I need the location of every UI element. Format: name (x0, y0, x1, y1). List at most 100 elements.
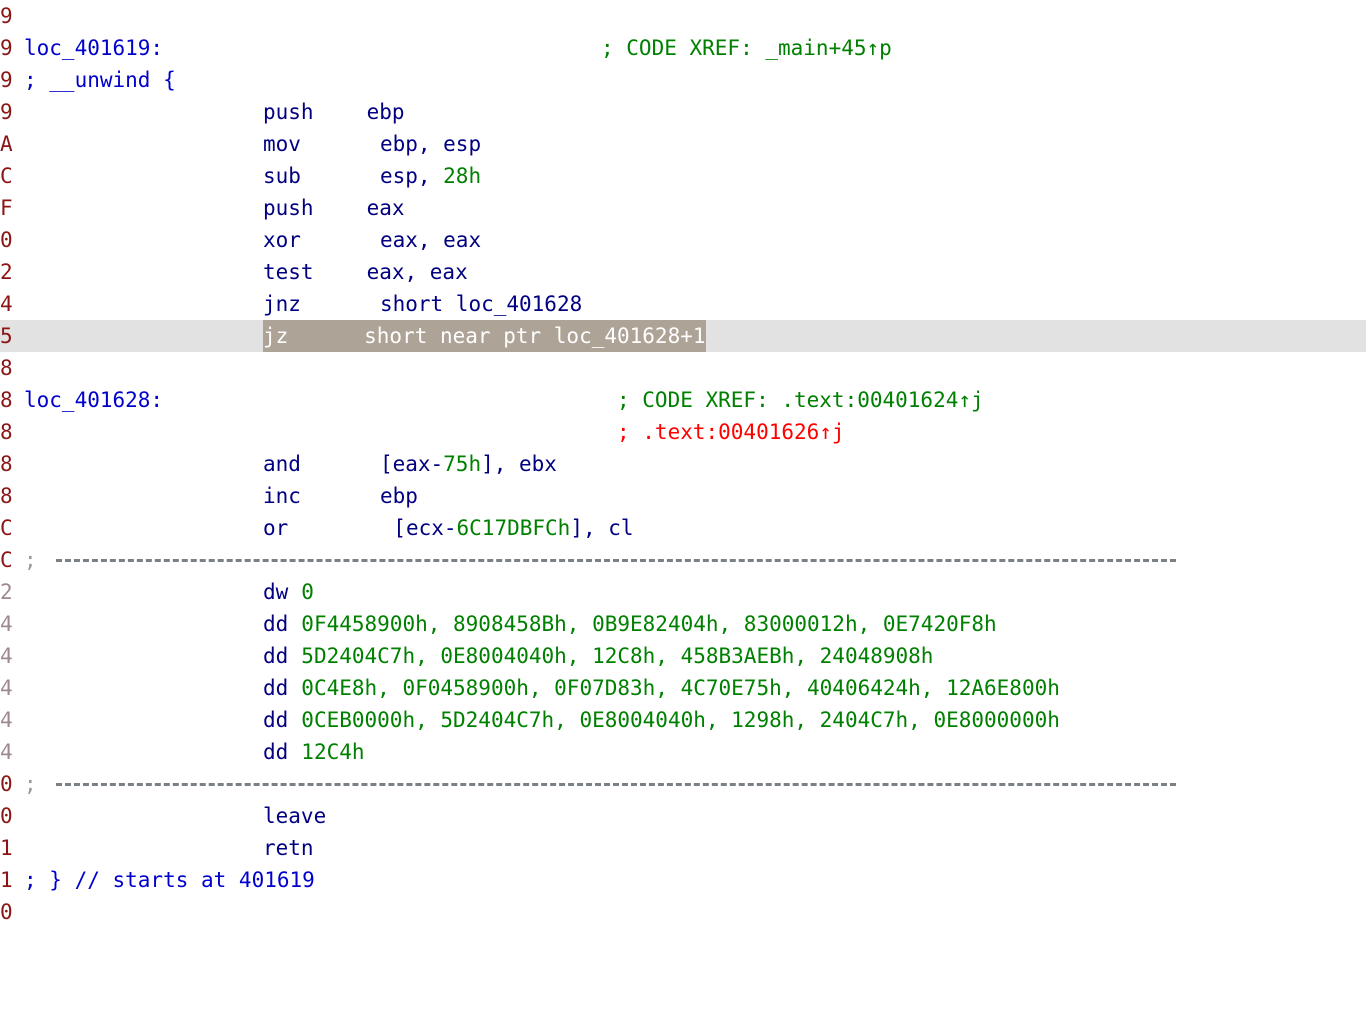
line-content: and [eax-75h], ebx (24, 448, 1366, 480)
instruction-mnemonic[interactable]: push (263, 196, 314, 220)
instruction-operands[interactable]: ebp (367, 100, 405, 124)
line-content: jnz short loc_401628 (24, 288, 1366, 320)
instruction-mnemonic[interactable]: and (263, 452, 301, 476)
data-directive[interactable]: dd (263, 740, 288, 764)
instruction-operand-immediate[interactable]: 75h (443, 452, 481, 476)
address-gutter: 8 (0, 420, 13, 444)
disasm-line-comment-unwind[interactable]: 9 ; __unwind { (0, 64, 1366, 96)
data-values[interactable]: 5D2404C7h, 0E8004040h, 12C8h, 458B3AEBh,… (301, 644, 933, 668)
line-content: test eax, eax (24, 256, 1366, 288)
instruction-operands[interactable]: short loc_401628 (380, 292, 582, 316)
disasm-line-label-loc_401628[interactable]: 8 loc_401628: ; CODE XREF: .text:0040162… (0, 384, 1366, 416)
selected-instruction[interactable]: jz short near ptr loc_401628+1 (263, 320, 706, 352)
disasm-line-current-jz[interactable]: 5 jz short near ptr loc_401628+1 (0, 320, 1366, 352)
instruction-operands[interactable]: ebp, esp (380, 132, 481, 156)
disasm-line-insn-leave[interactable]: 0 leave (0, 800, 1366, 832)
disasm-line-insn-inc[interactable]: 8 inc ebp (0, 480, 1366, 512)
address-gutter: 5 (0, 324, 13, 348)
address-gutter: 0 (0, 772, 13, 796)
instruction-operands[interactable]: eax (367, 196, 405, 220)
data-values[interactable]: 12C4h (301, 740, 364, 764)
disasm-line-data-dd-1[interactable]: 4 dd 0F4458900h, 8908458Bh, 0B9E82404h, 8… (0, 608, 1366, 640)
instruction-mnemonic[interactable]: inc (263, 484, 301, 508)
disasm-line-insn-and[interactable]: 8 and [eax-75h], ebx (0, 448, 1366, 480)
instruction-operand-immediate[interactable]: 6C17DBFCh (457, 516, 571, 540)
disasm-line[interactable]: 9 (0, 0, 1366, 32)
disasm-line-insn-push[interactable]: 9 push ebp (0, 96, 1366, 128)
code-label[interactable]: loc_401619: (24, 36, 163, 60)
instruction-operands[interactable]: eax, eax (367, 260, 468, 284)
disasm-line-comment-endfunc[interactable]: 1 ; } // starts at 401619 (0, 864, 1366, 896)
code-label[interactable]: loc_401628: (24, 388, 163, 412)
address-gutter: 9 (0, 36, 13, 60)
line-content: push eax (24, 192, 1366, 224)
disasm-line-xref-secondary[interactable]: 8 ; .text:00401626↑j (0, 416, 1366, 448)
data-directive[interactable]: dd (263, 676, 288, 700)
line-content: or [ecx-6C17DBFCh], cl (24, 512, 1366, 544)
separator-rule (56, 783, 1176, 786)
line-content: dd 0CEB0000h, 5D2404C7h, 0E8004040h, 1298… (24, 704, 1366, 736)
instruction-operands[interactable]: ebp (380, 484, 418, 508)
address-gutter: 2 (0, 260, 13, 284)
separator-rule (56, 559, 1176, 562)
disasm-line-insn-xor[interactable]: 0 xor eax, eax (0, 224, 1366, 256)
disasm-line-data-dd-4[interactable]: 4 dd 0CEB0000h, 5D2404C7h, 0E8004040h, 12… (0, 704, 1366, 736)
instruction-operand-prefix[interactable]: esp, (380, 164, 443, 188)
disassembly-view[interactable]: 9 9 loc_401619: ; CODE XREF: _main+45↑p … (0, 0, 1366, 924)
address-gutter: 9 (0, 100, 13, 124)
instruction-operand-suffix[interactable]: ], ebx (481, 452, 557, 476)
data-values[interactable]: 0CEB0000h, 5D2404C7h, 0E8004040h, 1298h,… (301, 708, 1060, 732)
disasm-line-insn-jnz[interactable]: 4 jnz short loc_401628 (0, 288, 1366, 320)
data-directive[interactable]: dw (263, 580, 288, 604)
instruction-operand-prefix[interactable]: [ecx- (393, 516, 456, 540)
disasm-line-insn-or[interactable]: C or [ecx-6C17DBFCh], cl (0, 512, 1366, 544)
address-gutter: 4 (0, 676, 13, 700)
disasm-line-insn-push2[interactable]: F push eax (0, 192, 1366, 224)
instruction-mnemonic[interactable]: push (263, 100, 314, 124)
disasm-line-insn-sub[interactable]: C sub esp, 28h (0, 160, 1366, 192)
disasm-line-data-dw[interactable]: 2 dw 0 (0, 576, 1366, 608)
line-content: inc ebp (24, 480, 1366, 512)
data-directive[interactable]: dd (263, 708, 288, 732)
instruction-operand-suffix[interactable]: ], cl (570, 516, 633, 540)
instruction-mnemonic[interactable]: test (263, 260, 314, 284)
instruction-mnemonic[interactable]: mov (263, 132, 301, 156)
line-content: dd 0C4E8h, 0F0458900h, 0F07D83h, 4C70E75h… (24, 672, 1366, 704)
xref-comment-alt[interactable]: ; .text:00401626↑j (617, 416, 845, 448)
data-directive[interactable]: dd (263, 612, 288, 636)
instruction-operand-prefix[interactable]: [eax- (380, 452, 443, 476)
disasm-line-data-dd-5[interactable]: 4 dd 12C4h (0, 736, 1366, 768)
instruction-mnemonic[interactable]: leave (263, 804, 326, 828)
disasm-line-insn-retn[interactable]: 1 retn (0, 832, 1366, 864)
instruction-operands[interactable]: eax, eax (380, 228, 481, 252)
instruction-mnemonic[interactable]: or (263, 516, 288, 540)
address-gutter: 1 (0, 868, 13, 892)
disasm-line-label-loc_401619[interactable]: 9 loc_401619: ; CODE XREF: _main+45↑p (0, 32, 1366, 64)
data-directive[interactable]: dd (263, 644, 288, 668)
line-content: dw 0 (24, 576, 1366, 608)
address-gutter: C (0, 164, 13, 188)
instruction-operand-immediate[interactable]: 28h (443, 164, 481, 188)
address-gutter: F (0, 196, 13, 220)
disasm-line[interactable]: 8 (0, 352, 1366, 384)
address-gutter: 4 (0, 612, 13, 636)
disasm-line-separator[interactable]: C ; (0, 544, 1366, 576)
disasm-line-insn-mov[interactable]: A mov ebp, esp (0, 128, 1366, 160)
disasm-line-data-dd-3[interactable]: 4 dd 0C4E8h, 0F0458900h, 0F07D83h, 4C70E7… (0, 672, 1366, 704)
data-values[interactable]: 0 (301, 580, 314, 604)
disasm-line-data-dd-2[interactable]: 4 dd 5D2404C7h, 0E8004040h, 12C8h, 458B3A… (0, 640, 1366, 672)
line-comment[interactable]: ; } // starts at 401619 (24, 864, 1366, 896)
disasm-line-insn-test[interactable]: 2 test eax, eax (0, 256, 1366, 288)
instruction-mnemonic[interactable]: sub (263, 164, 301, 188)
line-content: dd 12C4h (24, 736, 1366, 768)
line-comment[interactable]: ; __unwind { (24, 64, 1366, 96)
instruction-mnemonic[interactable]: jnz (263, 292, 301, 316)
data-values[interactable]: 0F4458900h, 8908458Bh, 0B9E82404h, 83000… (301, 612, 996, 636)
disasm-line[interactable]: 0 (0, 896, 1366, 928)
instruction-mnemonic[interactable]: xor (263, 228, 301, 252)
xref-comment[interactable]: ; CODE XREF: _main+45↑p (601, 32, 892, 64)
disasm-line-separator-2[interactable]: 0 ; (0, 768, 1366, 800)
data-values[interactable]: 0C4E8h, 0F0458900h, 0F07D83h, 4C70E75h, … (301, 676, 1060, 700)
instruction-mnemonic[interactable]: retn (263, 836, 314, 860)
xref-comment[interactable]: ; CODE XREF: .text:00401624↑j (617, 384, 984, 416)
